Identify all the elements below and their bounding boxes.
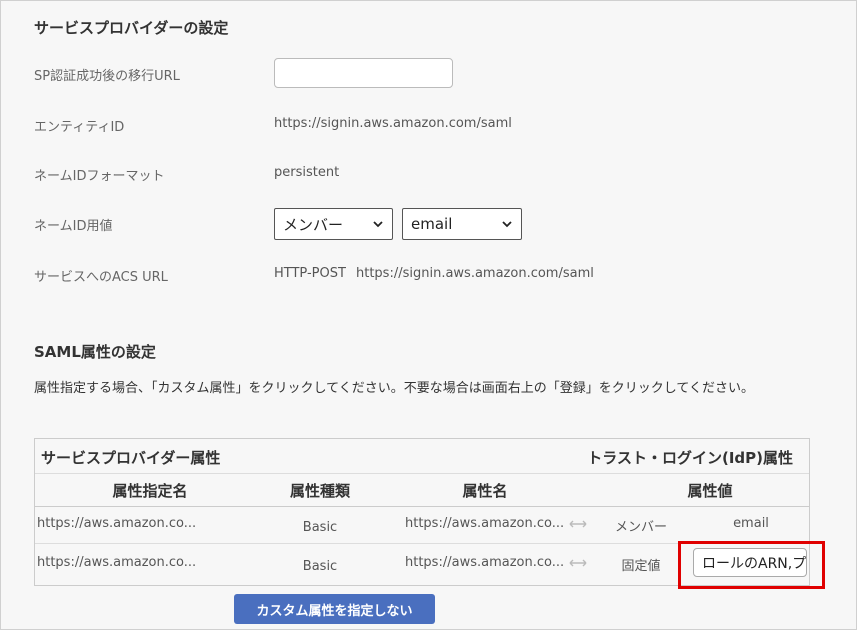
chevron-down-icon — [502, 221, 512, 228]
row2-attr-name: https://aws.amazon.co... — [405, 555, 565, 570]
redirect-url-label: SP認証成功後の移行URL — [34, 69, 180, 84]
row2-type: Basic — [302, 559, 338, 574]
row1-source: メンバー — [614, 520, 667, 535]
name-id-field-selected: email — [411, 215, 453, 233]
row2-source: 固定値 — [621, 559, 661, 574]
row1-value: email — [733, 516, 769, 531]
saml-attributes-description: 属性指定する場合、「カスタム属性」をクリックしてください。不要な場合は画面右上の… — [34, 381, 754, 396]
double-arrow-icon — [569, 520, 587, 528]
sp-attributes-group-header: サービスプロバイダー属性 — [41, 449, 221, 467]
entity-id-label: エンティティID — [34, 120, 125, 135]
acs-binding-value: HTTP-POST — [274, 266, 346, 281]
name-id-format-label: ネームIDフォーマット — [34, 169, 165, 184]
name-id-source-selected: メンバー — [283, 215, 344, 234]
redirect-url-input[interactable] — [274, 58, 453, 88]
row1-spec-name: https://aws.amazon.co... — [37, 516, 197, 531]
column-header-type: 属性種類 — [289, 482, 350, 500]
name-id-source-select[interactable]: メンバー — [274, 208, 393, 240]
double-arrow-icon — [569, 559, 587, 567]
chevron-down-icon — [373, 221, 383, 228]
name-id-field-select[interactable]: email — [402, 208, 522, 240]
saml-attributes-title: SAML属性の設定 — [34, 343, 156, 361]
row1-attr-name: https://aws.amazon.co... — [405, 516, 565, 531]
no-custom-attributes-button[interactable]: カスタム属性を指定しない — [234, 594, 435, 624]
column-header-attr-value: 属性値 — [687, 482, 733, 500]
row2-spec-name: https://aws.amazon.co... — [37, 555, 197, 570]
column-header-spec-name: 属性指定名 — [112, 482, 188, 500]
idp-attributes-group-header: トラスト・ログイン(IdP)属性 — [587, 449, 793, 467]
name-id-value-label: ネームID用値 — [34, 219, 113, 234]
column-header-attr-name: 属性名 — [462, 482, 508, 500]
settings-panel: サービスプロバイダーの設定 SP認証成功後の移行URL エンティティID htt… — [0, 0, 857, 630]
table-divider — [35, 473, 809, 474]
table-divider — [35, 506, 809, 507]
row1-type: Basic — [302, 520, 338, 535]
highlight-box — [678, 541, 825, 589]
acs-url-label: サービスへのACS URL — [34, 270, 168, 285]
entity-id-value: https://signin.aws.amazon.com/saml — [274, 116, 512, 131]
name-id-format-value: persistent — [274, 165, 340, 180]
sp-settings-title: サービスプロバイダーの設定 — [34, 19, 229, 37]
acs-url-value: https://signin.aws.amazon.com/saml — [356, 266, 594, 281]
